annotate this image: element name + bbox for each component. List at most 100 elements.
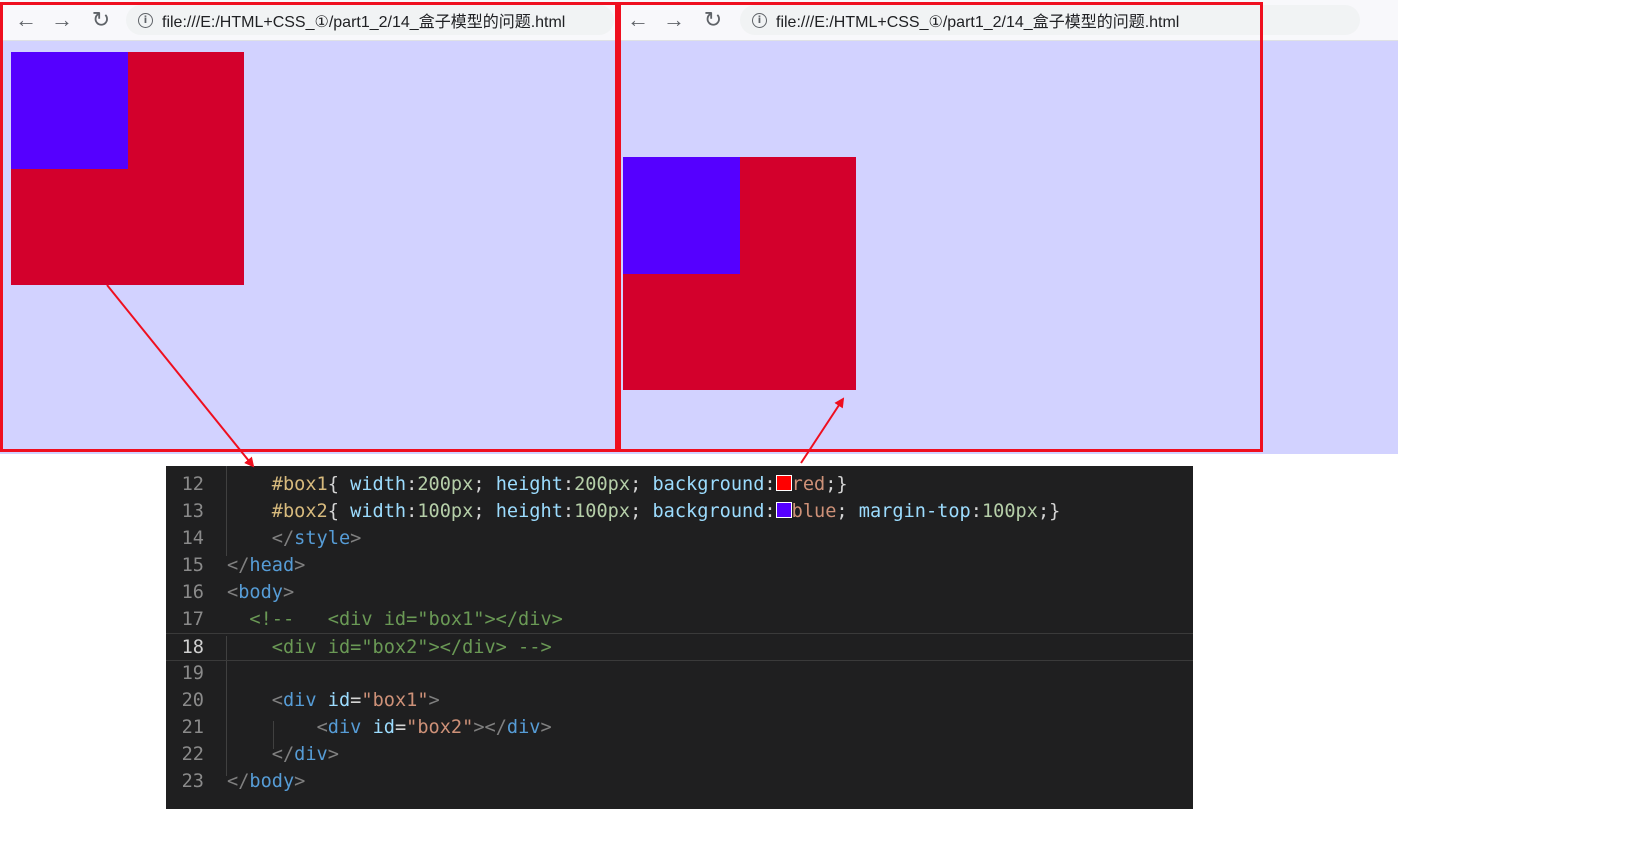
line-number: 21 <box>181 717 204 738</box>
back-arrow-icon[interactable]: ← <box>624 6 652 34</box>
back-arrow-icon[interactable]: ← <box>12 6 40 34</box>
code-token: blue <box>791 501 837 522</box>
code-token: </ <box>227 771 250 792</box>
code-line[interactable]: 13 #box2{ width:100px; height:100px; bac… <box>166 498 1193 526</box>
code-token: 100px <box>417 501 474 522</box>
code-line[interactable]: 14 </style> <box>166 525 1193 553</box>
code-line[interactable]: 17 <!-- <div id="box1"></div> <box>166 606 1193 634</box>
code-token: ></ <box>473 717 507 738</box>
code-token: <div id="box2"></div> --> <box>227 637 552 658</box>
line-number: 15 <box>181 555 204 576</box>
code-token: { <box>327 474 351 495</box>
code-token: < <box>227 582 239 603</box>
browser-window-left: ← → ↻ i file:///E:/HTML+CSS_①/part1_2/14… <box>0 0 618 454</box>
code-token: > <box>428 690 440 711</box>
code-line[interactable]: 23 </body> <box>166 768 1193 796</box>
address-bar[interactable]: i file:///E:/HTML+CSS_①/part1_2/14_盒子模型的… <box>740 5 1360 35</box>
code-token: id <box>327 690 351 711</box>
code-editor[interactable]: 12 #box1{ width:200px; height:200px; bac… <box>166 466 1193 809</box>
line-number: 13 <box>181 501 204 522</box>
code-token: : <box>562 501 575 522</box>
code-token: ; <box>473 474 496 495</box>
code-token: background <box>652 501 765 522</box>
code-token: : <box>764 474 776 495</box>
code-token: head <box>249 555 295 576</box>
code-line[interactable]: 20 <div id="box1"> <box>166 687 1193 715</box>
code-token: div <box>294 744 328 765</box>
line-number: 19 <box>181 663 204 684</box>
box1 <box>11 52 244 285</box>
code-text: #box1{ width:200px; height:200px; backgr… <box>227 471 848 499</box>
browser-toolbar: ← → ↻ i file:///E:/HTML+CSS_①/part1_2/14… <box>618 0 1398 41</box>
code-token: ;} <box>1037 501 1061 522</box>
code-line[interactable]: 21 <div id="box2"></div> <box>166 714 1193 742</box>
code-line[interactable]: 16 <body> <box>166 579 1193 607</box>
code-token: 200px <box>574 474 631 495</box>
code-token: </ <box>227 555 250 576</box>
forward-arrow-icon[interactable]: → <box>660 6 688 34</box>
code-token: : <box>970 501 982 522</box>
code-text: <div id="box1"> <box>227 687 440 715</box>
code-line[interactable]: 12 #box1{ width:200px; height:200px; bac… <box>166 471 1193 499</box>
code-token: </ <box>271 528 295 549</box>
page-viewport <box>618 41 1398 454</box>
code-text: </head> <box>227 552 305 580</box>
info-icon[interactable]: i <box>138 12 153 28</box>
line-number: 17 <box>181 609 204 630</box>
color-swatch-icon[interactable] <box>775 475 792 491</box>
code-token: = <box>394 717 407 738</box>
code-token: < <box>316 717 328 738</box>
code-text: <div id="box2"></div> --> <box>227 634 552 662</box>
code-text: #box2{ width:100px; height:100px; backgr… <box>227 498 1061 526</box>
code-token: body <box>238 582 283 603</box>
code-token: </ <box>271 744 295 765</box>
code-token: : <box>406 501 418 522</box>
code-token: > <box>540 717 552 738</box>
line-number: 14 <box>181 528 204 549</box>
reload-icon[interactable]: ↻ <box>87 6 115 34</box>
code-token: #box2 <box>271 501 328 522</box>
code-line[interactable]: 22 </div> <box>166 741 1193 769</box>
code-token: div <box>506 717 541 738</box>
code-token: <!-- <div id="box1"></div> <box>227 609 563 630</box>
code-token: < <box>271 690 283 711</box>
info-icon[interactable]: i <box>752 12 767 28</box>
code-token: ; <box>630 474 653 495</box>
browser-toolbar: ← → ↻ i file:///E:/HTML+CSS_①/part1_2/14… <box>0 0 618 41</box>
line-number: 18 <box>181 637 204 658</box>
code-token: "box2" <box>406 717 474 738</box>
code-token: margin-top <box>858 501 971 522</box>
code-token: body <box>249 771 295 792</box>
code-text: <!-- <div id="box1"></div> <box>227 606 563 634</box>
code-token: : <box>764 501 776 522</box>
line-number: 20 <box>181 690 204 711</box>
code-token: height <box>495 474 563 495</box>
code-text: <body> <box>227 579 294 607</box>
reload-icon[interactable]: ↻ <box>699 6 727 34</box>
color-swatch-icon[interactable] <box>775 502 792 518</box>
code-text: </div> <box>227 741 339 769</box>
code-token: "box1" <box>361 690 429 711</box>
url-text: file:///E:/HTML+CSS_①/part1_2/14_盒子模型的问题… <box>776 14 1180 31</box>
code-token: 200px <box>417 474 474 495</box>
code-line[interactable]: 15 </head> <box>166 552 1193 580</box>
forward-arrow-icon[interactable]: → <box>48 6 76 34</box>
code-line[interactable]: 18 <div id="box2"></div> --> <box>166 633 1193 661</box>
browser-window-right: ← → ↻ i file:///E:/HTML+CSS_①/part1_2/14… <box>618 0 1398 454</box>
code-token: div <box>327 717 362 738</box>
code-token: > <box>282 582 295 603</box>
code-token: > <box>294 771 306 792</box>
code-token: style <box>294 528 351 549</box>
code-token: > <box>294 555 306 576</box>
code-token: red <box>791 474 826 495</box>
code-token: div <box>282 690 317 711</box>
code-token: width <box>350 501 407 522</box>
code-token: : <box>562 474 575 495</box>
code-line[interactable]: 19 <box>166 660 1193 688</box>
code-token: #box1 <box>271 474 328 495</box>
address-bar[interactable]: i file:///E:/HTML+CSS_①/part1_2/14_盒子模型的… <box>126 5 614 35</box>
